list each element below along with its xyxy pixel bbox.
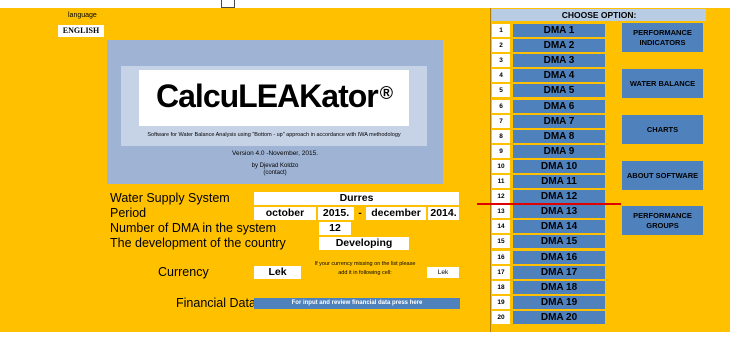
dma-button-15[interactable]: DMA 15 bbox=[513, 235, 605, 249]
dma-row-number: 13 bbox=[492, 205, 510, 219]
registered-mark: ® bbox=[379, 83, 393, 103]
dma-row-number: 1 bbox=[492, 24, 510, 37]
dma-button-12[interactable]: DMA 12 bbox=[513, 190, 605, 204]
dma-row: 19 DMA 19 bbox=[492, 295, 608, 309]
dma-row-number: 8 bbox=[492, 129, 510, 143]
dma-row: 14 DMA 14 bbox=[492, 220, 608, 234]
dma-row-number: 12 bbox=[492, 190, 510, 204]
language-selector[interactable]: ENGLISH bbox=[58, 25, 104, 37]
dma-button-19[interactable]: DMA 19 bbox=[513, 295, 605, 309]
development-select[interactable]: Developing bbox=[319, 237, 409, 250]
financial-data-label: Financial Data bbox=[176, 296, 256, 310]
dma-button-16[interactable]: DMA 16 bbox=[513, 250, 605, 264]
dma-row-number: 14 bbox=[492, 220, 510, 234]
dma-row-number: 4 bbox=[492, 69, 510, 83]
dma-button-5[interactable]: DMA 5 bbox=[513, 84, 605, 98]
dma-row: 13 DMA 13 bbox=[492, 205, 608, 219]
version-text: Version 4.0 -November, 2015. bbox=[232, 150, 318, 157]
dma-count-label: Number of DMA in the system bbox=[110, 221, 277, 235]
dma-row-number: 18 bbox=[492, 280, 510, 294]
app-logo-text: CalcuLEAKator bbox=[156, 78, 379, 114]
water-supply-input[interactable]: Durres bbox=[254, 192, 459, 205]
water-supply-label: Water Supply System bbox=[110, 191, 230, 205]
dma-button-10[interactable]: DMA 10 bbox=[513, 159, 605, 173]
language-label: language bbox=[68, 12, 97, 19]
dma-row-number: 2 bbox=[492, 39, 510, 53]
dma-row-number: 16 bbox=[492, 250, 510, 264]
currency-note: If your currency missing on the list ple… bbox=[314, 261, 416, 276]
dma-row: 1 DMA 1 bbox=[492, 24, 608, 37]
dma-button-18[interactable]: DMA 18 bbox=[513, 280, 605, 294]
calculeakator-window: language ENGLISH CalcuLEAKator ® Software… bbox=[0, 0, 730, 340]
dma-button-1[interactable]: DMA 1 bbox=[513, 24, 605, 37]
dma-row: 8 DMA 8 bbox=[492, 129, 608, 143]
dma-button-9[interactable]: DMA 9 bbox=[513, 144, 605, 158]
window-corner-mark bbox=[221, 0, 235, 8]
author-block: by Djevad Koldzo (contact) bbox=[107, 163, 443, 177]
dma-row-number: 19 bbox=[492, 295, 510, 309]
dma-row: 2 DMA 2 bbox=[492, 39, 608, 53]
dma-button-7[interactable]: DMA 7 bbox=[513, 114, 605, 128]
dma-row-number: 5 bbox=[492, 84, 510, 98]
performance-indicators-button[interactable]: PERFORMANCE INDICATORS bbox=[622, 23, 703, 52]
dma-row: 15 DMA 15 bbox=[492, 235, 608, 249]
period-start-month[interactable]: october bbox=[254, 207, 316, 220]
dma-row: 11 DMA 11 bbox=[492, 175, 608, 188]
development-label: The development of the country bbox=[110, 236, 286, 250]
dma-row-number: 15 bbox=[492, 235, 510, 249]
dma-button-4[interactable]: DMA 4 bbox=[513, 69, 605, 83]
author-text: by Djevad Koldzo bbox=[251, 163, 299, 169]
dma-row: 20 DMA 20 bbox=[492, 310, 608, 324]
selected-dma-marker bbox=[477, 203, 621, 205]
dma-button-11[interactable]: DMA 11 bbox=[513, 175, 605, 188]
contact-link[interactable]: (contact) bbox=[107, 170, 443, 177]
dma-row-number: 6 bbox=[492, 99, 510, 113]
dma-row: 16 DMA 16 bbox=[492, 250, 608, 264]
app-logo: CalcuLEAKator ® bbox=[139, 78, 409, 115]
dma-button-14[interactable]: DMA 14 bbox=[513, 220, 605, 234]
dma-button-8[interactable]: DMA 8 bbox=[513, 129, 605, 143]
financial-data-button[interactable]: For input and review financial data pres… bbox=[254, 298, 460, 309]
dma-row-number: 3 bbox=[492, 54, 510, 68]
dma-row-number: 9 bbox=[492, 144, 510, 158]
currency-select[interactable]: Lek bbox=[254, 266, 301, 279]
period-label: Period bbox=[110, 206, 147, 220]
about-software-button[interactable]: ABOUT SOFTWARE bbox=[622, 161, 703, 190]
dma-row: 12 DMA 12 bbox=[492, 190, 608, 204]
period-end-year[interactable]: 2014. bbox=[428, 207, 459, 220]
dma-button-13[interactable]: DMA 13 bbox=[513, 205, 605, 219]
dma-button-2[interactable]: DMA 2 bbox=[513, 39, 605, 53]
dma-row-number: 7 bbox=[492, 114, 510, 128]
dma-row: 9 DMA 9 bbox=[492, 144, 608, 158]
dma-row-number: 20 bbox=[492, 310, 510, 324]
dma-row: 7 DMA 7 bbox=[492, 114, 608, 128]
choose-option-header: CHOOSE OPTION: bbox=[492, 9, 706, 21]
dma-row-number: 17 bbox=[492, 265, 510, 279]
dma-row: 4 DMA 4 bbox=[492, 69, 608, 83]
dma-row: 3 DMA 3 bbox=[492, 54, 608, 68]
dma-row-number: 10 bbox=[492, 159, 510, 173]
dma-button-3[interactable]: DMA 3 bbox=[513, 54, 605, 68]
dma-row: 6 DMA 6 bbox=[492, 99, 608, 113]
performance-groups-button[interactable]: PERFORMANCE GROUPS bbox=[622, 206, 703, 235]
dma-button-20[interactable]: DMA 20 bbox=[513, 310, 605, 324]
charts-button[interactable]: CHARTS bbox=[622, 115, 703, 144]
currency-custom-input[interactable]: Lek bbox=[427, 267, 459, 278]
dma-button-17[interactable]: DMA 17 bbox=[513, 265, 605, 279]
period-start-year[interactable]: 2015. bbox=[318, 207, 354, 220]
dma-row-number: 11 bbox=[492, 175, 510, 188]
dma-count-input[interactable]: 12 bbox=[319, 222, 351, 235]
dma-row: 17 DMA 17 bbox=[492, 265, 608, 279]
app-subtitle: Software for Water Balance Analysis usin… bbox=[147, 132, 401, 138]
dma-row: 5 DMA 5 bbox=[492, 84, 608, 98]
dma-button-6[interactable]: DMA 6 bbox=[513, 99, 605, 113]
water-balance-button[interactable]: WATER BALANCE bbox=[622, 69, 703, 98]
period-end-month[interactable]: december bbox=[366, 207, 426, 220]
dma-row: 18 DMA 18 bbox=[492, 280, 608, 294]
dma-row: 10 DMA 10 bbox=[492, 159, 608, 173]
period-separator: - bbox=[358, 208, 362, 219]
currency-label: Currency bbox=[158, 265, 209, 279]
